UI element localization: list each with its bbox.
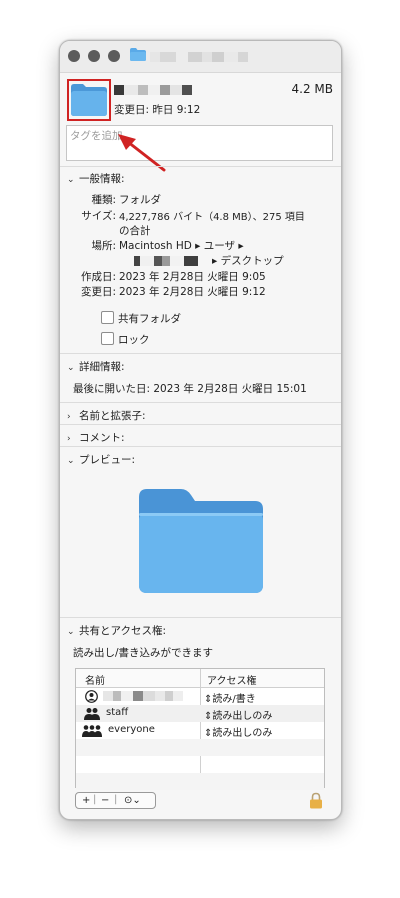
locked-checkbox[interactable] <box>101 332 114 345</box>
modified-date: 変更日: 昨日 9:12 <box>114 104 201 116</box>
shared-folder-label: 共有フォルダ <box>118 313 181 325</box>
folder-preview-image <box>139 489 263 593</box>
chevron-right-icon: › <box>67 412 71 422</box>
tag-input[interactable]: タグを追加 <box>66 125 333 161</box>
get-info-window: 4.2 MB 変更日: 昨日 9:12 タグを追加 ⌄ 一般情報: 種類: フォル… <box>59 40 342 820</box>
folder-icon-large[interactable] <box>71 83 107 116</box>
chevron-down-icon: ⌄ <box>67 175 75 185</box>
path-redacted <box>134 256 202 266</box>
column-access-header[interactable]: アクセス権 <box>207 672 257 687</box>
chevron-down-icon: ⌄ <box>67 456 75 466</box>
folder-icon <box>130 48 146 61</box>
sharing-summary: 読み出し/書き込みができます <box>73 647 214 659</box>
close-window-button[interactable] <box>68 50 80 62</box>
shared-folder-checkbox[interactable] <box>101 311 114 324</box>
section-sharing[interactable]: ⌄ 共有とアクセス権: <box>67 623 166 638</box>
permissions-table: 名前 アクセス権 ⇕読み/書き staff ⇕読み出しのみ everyone ⇕… <box>75 668 325 790</box>
remove-button[interactable]: − <box>101 793 109 808</box>
user-circle-icon <box>85 690 98 703</box>
last-opened: 最後に開いた日: 2023 年 2月28日 火曜日 15:01 <box>73 383 307 395</box>
chevron-right-icon: › <box>67 434 71 444</box>
table-row[interactable]: everyone ⇕読み出しのみ <box>76 722 324 739</box>
zoom-window-button[interactable] <box>108 50 120 62</box>
group-icon <box>84 708 100 720</box>
chevron-down-icon: ⌄ <box>67 627 75 637</box>
add-button[interactable]: + <box>82 793 90 808</box>
section-preview[interactable]: ⌄ プレビュー: <box>67 452 135 467</box>
action-menu-button[interactable]: ⊙⌄ <box>124 793 141 808</box>
minimize-window-button[interactable] <box>88 50 100 62</box>
access-select[interactable]: ⇕読み/書き <box>204 690 256 705</box>
title-bar <box>60 41 341 73</box>
access-select[interactable]: ⇕読み出しのみ <box>204 724 272 739</box>
user-name-redacted <box>103 691 183 701</box>
tag-placeholder: タグを追加 <box>70 130 123 142</box>
permission-buttons: + | − | ⊙⌄ <box>75 792 156 809</box>
everyone-icon <box>82 725 102 737</box>
section-general[interactable]: ⌄ 一般情報: <box>67 171 125 186</box>
column-name-header[interactable]: 名前 <box>85 672 105 687</box>
lock-icon[interactable] <box>309 792 323 809</box>
table-row[interactable]: staff ⇕読み出しのみ <box>76 705 324 722</box>
section-more-info[interactable]: ⌄ 詳細情報: <box>67 359 125 374</box>
where-line2: ▸ デスクトップ <box>212 255 284 267</box>
section-comments[interactable]: › コメント: <box>67 430 125 445</box>
section-name-ext[interactable]: › 名前と拡張子: <box>67 408 146 423</box>
access-select[interactable]: ⇕読み出しのみ <box>204 707 272 722</box>
group-name: everyone <box>108 724 155 735</box>
title-redacted <box>150 52 248 62</box>
file-name-redacted <box>114 85 192 95</box>
empty-row <box>76 739 324 756</box>
empty-row <box>76 773 324 790</box>
chevron-down-icon: ⌄ <box>67 363 75 373</box>
group-name: staff <box>106 707 129 718</box>
locked-label: ロック <box>118 334 150 346</box>
table-row[interactable]: ⇕読み/書き <box>76 688 324 705</box>
file-size: 4.2 MB <box>291 82 333 96</box>
annotation-arrow <box>118 134 166 172</box>
